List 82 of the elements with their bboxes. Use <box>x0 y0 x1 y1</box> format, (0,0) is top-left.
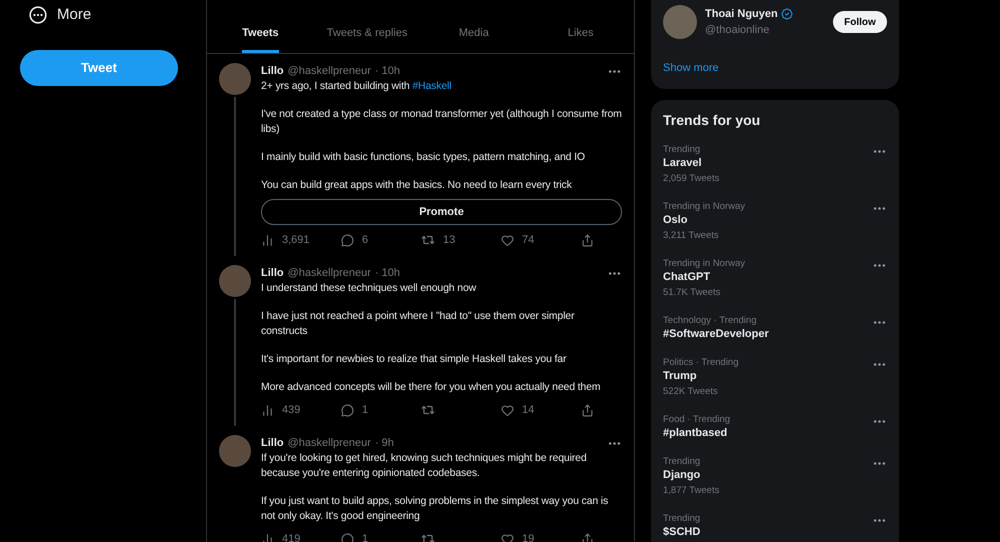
profile-tab[interactable]: Media <box>458 17 489 53</box>
trend-topic[interactable]: ChatGPT <box>663 270 872 284</box>
trend-count: 2,059 Tweets <box>663 172 720 186</box>
trend-count: 51.7K Tweets <box>663 286 722 300</box>
reply-count: 1 <box>362 402 368 418</box>
like-icon[interactable] <box>501 532 514 542</box>
user-handle: @thoaionline <box>705 23 770 38</box>
user-name[interactable]: Thoai Nguyen <box>705 6 778 22</box>
trend-context: Trending in Norway <box>663 256 746 270</box>
trend-context: Trending <box>663 512 702 524</box>
tweet-text: It's important for newbies to realize that simple Haskell takes you far <box>261 352 568 367</box>
author-name[interactable]: Lillo <box>261 264 284 282</box>
trend-count: 522K Tweets <box>663 384 719 398</box>
profile-tab[interactable]: Tweets & replies <box>326 17 408 53</box>
like-icon[interactable] <box>501 234 514 246</box>
trend-context: Technology · Trending <box>663 314 758 326</box>
view-count: 3,691 <box>282 232 310 248</box>
trend-context: Trending in Norway <box>663 200 746 212</box>
more-nav-item[interactable]: More <box>57 4 92 26</box>
retweet-icon[interactable] <box>421 403 435 417</box>
tweet-time: · 10h <box>374 64 400 79</box>
trend-count: 1,877 Tweets <box>663 484 720 498</box>
trend-topic[interactable]: Trump <box>663 368 872 384</box>
tweet-text: I have just not reached a point where I "had to" use them over simpler constructs <box>261 309 576 339</box>
share-icon[interactable] <box>581 404 594 416</box>
like-count: 19 <box>522 532 534 542</box>
tweet-text: 2+ yrs ago, I started building with #Haskell <box>261 79 452 94</box>
profile-tab[interactable]: Likes <box>568 17 594 53</box>
share-icon[interactable] <box>581 532 594 542</box>
tweet-text: I understand these techniques well enough now <box>261 281 478 296</box>
author-handle[interactable]: @haskellpreneur <box>288 434 371 452</box>
tweet-time: · 10h <box>374 266 400 281</box>
like-icon[interactable] <box>501 404 514 416</box>
like-count: 14 <box>522 402 534 418</box>
follow-button[interactable]: Follow <box>833 11 887 33</box>
hashtag-link[interactable]: #Haskell <box>412 80 452 92</box>
trend-context: Trending <box>663 454 702 468</box>
trend-topic[interactable]: #plantbased <box>663 426 872 440</box>
avatar-photo[interactable] <box>219 63 251 95</box>
retweet-count: 13 <box>443 232 456 248</box>
reply-count: 6 <box>362 232 368 248</box>
tweet-text: If you're looking to get hired, knowing such techniques might be required because you're entering opinionated codebases. <box>261 451 588 481</box>
trend-topic[interactable]: #SoftwareDeveloper <box>663 326 872 342</box>
trends-title: Trends for you <box>663 110 762 130</box>
trend-topic[interactable]: Oslo <box>663 212 872 228</box>
author-name[interactable]: Lillo <box>261 62 284 80</box>
trend-count: 3,211 Tweets <box>663 228 720 242</box>
bar-chart-icon[interactable] <box>261 234 274 246</box>
like-count: 74 <box>522 232 534 248</box>
avatar-photo[interactable] <box>219 265 251 297</box>
trend-context: Politics · Trending <box>663 356 740 368</box>
author-handle[interactable]: @haskellpreneur <box>288 62 371 80</box>
view-count: 419 <box>282 532 300 542</box>
show-more-link[interactable]: Show more <box>663 60 887 76</box>
author-handle[interactable]: @haskellpreneur <box>288 264 371 282</box>
tweet-text: More advanced concepts will be there for you when you actually need them <box>261 380 602 395</box>
more-circle-icon[interactable] <box>29 6 47 24</box>
avatar-photo[interactable] <box>219 435 251 467</box>
bar-chart-icon[interactable] <box>261 404 274 416</box>
tweet-text: You can build great apps with the basics. No need to learn every trick <box>261 178 573 193</box>
share-icon[interactable] <box>581 234 594 246</box>
tweet-text: If you just want to build apps, solving problems in the simplest way you can is not only okay. It's good engineering <box>261 494 610 524</box>
reply-icon[interactable] <box>341 532 354 542</box>
reply-icon[interactable] <box>341 404 354 416</box>
trend-topic[interactable]: Django <box>663 468 872 482</box>
reply-count: 1 <box>362 532 368 542</box>
tweet-text: I've not created a type class or monad transformer yet (although I consume from libs) <box>261 107 622 137</box>
retweet-icon[interactable] <box>421 233 435 247</box>
tweet-text: I mainly build with basic functions, basic types, pattern matching, and IO <box>261 150 586 165</box>
promote-button[interactable]: Promote <box>261 199 622 225</box>
trend-context: Food · Trending <box>663 412 732 426</box>
reply-icon[interactable] <box>341 234 354 246</box>
view-count: 439 <box>282 402 300 418</box>
retweet-icon[interactable] <box>421 532 435 542</box>
profile-tab[interactable]: Tweets <box>242 17 279 53</box>
trend-topic[interactable]: $SCHD <box>663 524 872 540</box>
trend-topic[interactable]: Laravel <box>663 156 872 170</box>
avatar-photo[interactable] <box>663 5 697 39</box>
tweet-time: · 9h <box>374 436 394 451</box>
author-name[interactable]: Lillo <box>261 434 284 452</box>
trend-context: Trending <box>663 142 702 156</box>
bar-chart-icon[interactable] <box>261 532 274 542</box>
